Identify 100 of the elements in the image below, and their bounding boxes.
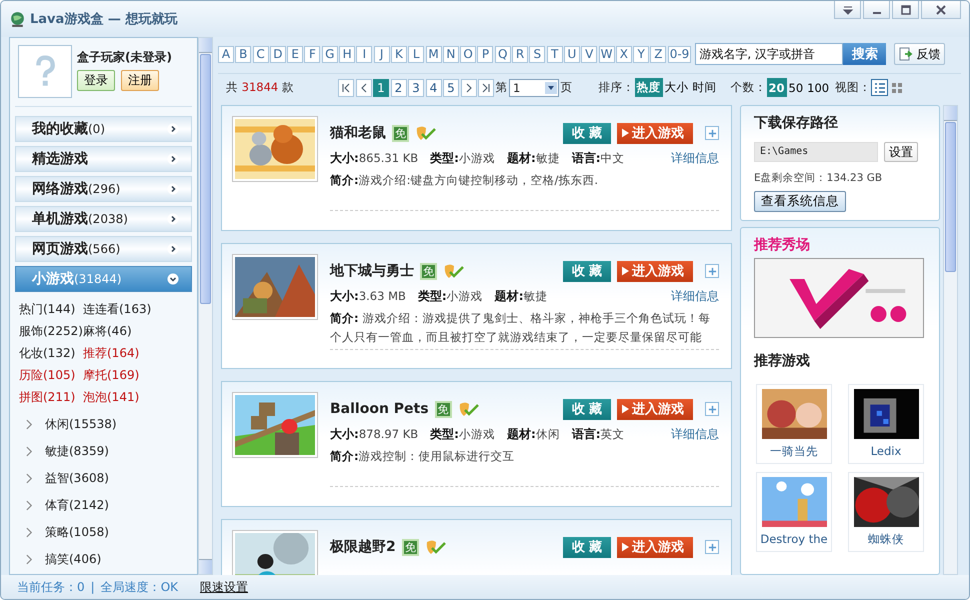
login-button[interactable]: 登录 — [77, 70, 115, 91]
page-button[interactable]: 5 — [443, 78, 459, 96]
letter-filter[interactable]: K — [390, 46, 407, 62]
category-item[interactable]: 搞笑(406) — [45, 550, 102, 568]
category-item[interactable]: 休闲(15538) — [45, 415, 117, 433]
letter-filter[interactable]: Y — [633, 46, 650, 62]
play-button[interactable]: 进入游戏 — [617, 536, 693, 558]
play-button[interactable]: 进入游戏 — [617, 398, 693, 420]
sort-option[interactable]: 时间 — [690, 78, 718, 97]
subcategory-link[interactable]: 化妆(132) — [19, 344, 83, 363]
game-title[interactable]: 地下城与勇士 — [330, 262, 414, 280]
letter-filter[interactable]: U — [564, 46, 580, 62]
menu-button[interactable] — [834, 1, 861, 19]
page-button[interactable]: 4 — [426, 78, 442, 96]
letter-filter[interactable]: H — [339, 46, 356, 62]
count-option[interactable]: 100 — [805, 78, 832, 97]
list-view-button[interactable] — [871, 79, 888, 96]
category-item[interactable]: 策略(1058) — [45, 523, 109, 541]
previous-page-button[interactable] — [356, 78, 372, 96]
category-tab[interactable]: 单机游戏(2038) — [15, 206, 192, 232]
letter-filter[interactable]: J — [374, 46, 390, 62]
set-button[interactable]: 设置 — [884, 142, 918, 162]
speed-limit-link[interactable]: 限速设置 — [200, 578, 248, 596]
letter-filter[interactable]: N — [442, 46, 459, 62]
letter-filter[interactable]: W — [598, 46, 615, 62]
category-tab[interactable]: 精选游戏 — [15, 146, 192, 172]
last-page-button[interactable] — [478, 78, 494, 96]
letter-filter[interactable]: Z — [650, 46, 666, 62]
category-item[interactable]: 敏捷(8359) — [45, 442, 109, 460]
letter-filter[interactable]: B — [235, 46, 252, 62]
letter-filter[interactable]: M — [426, 46, 442, 62]
play-button[interactable]: 进入游戏 — [617, 122, 693, 144]
close-button[interactable] — [921, 1, 961, 19]
game-tile[interactable]: 一骑当先 — [756, 384, 832, 464]
letter-filter[interactable]: L — [408, 46, 424, 62]
favorite-button[interactable]: 收藏 — [563, 398, 611, 420]
scrollbar[interactable] — [198, 37, 213, 575]
letter-filter[interactable]: S — [529, 46, 546, 62]
details-link[interactable]: 详细信息 — [671, 288, 719, 304]
path-field[interactable]: E:\Games — [754, 142, 878, 162]
subcategory-link[interactable]: 拼图(211) — [19, 388, 83, 407]
game-tile[interactable]: 蜘蛛侠 — [848, 472, 924, 552]
favorite-button[interactable]: 收藏 — [563, 122, 611, 144]
letter-filter[interactable]: O — [460, 46, 476, 62]
next-page-button[interactable] — [460, 78, 476, 96]
game-tile[interactable]: Ledix — [848, 384, 924, 464]
system-info-button[interactable]: 查看系统信息 — [754, 191, 846, 212]
count-option[interactable]: 20 — [766, 78, 787, 97]
favorite-button[interactable]: 收藏 — [563, 536, 611, 558]
expand-button[interactable] — [705, 402, 719, 416]
category-item[interactable]: 体育(2142) — [45, 496, 109, 514]
minimize-button[interactable] — [863, 1, 890, 19]
category-tab[interactable]: 我的收藏(0) — [15, 116, 192, 142]
maximize-button[interactable] — [892, 1, 919, 19]
letter-filter[interactable]: Q — [494, 46, 511, 62]
page-select[interactable]: 1 — [509, 78, 559, 96]
letter-filter[interactable]: P — [477, 46, 494, 62]
subcategory-link[interactable]: 摩托(169) — [83, 366, 192, 385]
letter-filter[interactable]: C — [252, 46, 269, 62]
letter-filter[interactable]: E — [287, 46, 304, 62]
expand-button[interactable] — [705, 126, 719, 140]
letter-filter[interactable]: R — [512, 46, 528, 62]
search-button[interactable]: 搜索 — [843, 43, 886, 65]
page-button[interactable]: 2 — [390, 78, 406, 96]
subcategory-link[interactable]: 麻将(46) — [83, 322, 192, 341]
subcategory-link[interactable]: 热门(144) — [19, 300, 83, 319]
subcategory-link[interactable]: 服饰(2252) — [19, 322, 83, 341]
subcategory-link[interactable]: 推荐(164) — [83, 344, 192, 363]
letter-filter[interactable]: G — [322, 46, 338, 62]
expand-button[interactable] — [705, 264, 719, 278]
category-tab[interactable]: 网页游戏(566) — [15, 236, 192, 262]
subcategory-link[interactable]: 连连看(163) — [83, 300, 192, 319]
letter-filter[interactable]: A — [218, 46, 234, 62]
sort-option[interactable]: 热度 — [634, 78, 662, 97]
game-title[interactable]: 极限越野2 — [330, 538, 396, 556]
subcategory-link[interactable]: 泡泡(141) — [83, 388, 192, 407]
category-item[interactable]: 益智(3608) — [45, 469, 109, 487]
letter-filter[interactable]: X — [616, 46, 632, 62]
page-button[interactable]: 3 — [408, 78, 424, 96]
favorite-button[interactable]: 收藏 — [563, 260, 611, 282]
game-title[interactable]: Balloon Pets — [330, 401, 429, 417]
details-link[interactable]: 详细信息 — [671, 426, 719, 442]
feedback-button[interactable]: 反馈 — [894, 43, 946, 65]
play-button[interactable]: 进入游戏 — [617, 260, 693, 282]
subcategory-link[interactable]: 历险(105) — [19, 366, 83, 385]
letter-filter[interactable]: 0-9 — [668, 46, 692, 62]
page-button[interactable]: 1 — [373, 78, 389, 96]
count-option[interactable]: 50 — [786, 78, 806, 97]
letter-filter[interactable]: F — [304, 46, 320, 62]
category-tab[interactable]: 网络游戏(296) — [15, 176, 192, 202]
game-tile[interactable]: Destroy the — [756, 472, 832, 552]
first-page-button[interactable] — [338, 78, 354, 96]
game-title[interactable]: 猫和老鼠 — [330, 124, 386, 142]
scrollbar[interactable] — [943, 105, 958, 575]
register-button[interactable]: 注册 — [121, 70, 159, 91]
letter-filter[interactable]: V — [581, 46, 598, 62]
letter-filter[interactable]: T — [546, 46, 563, 62]
letter-filter[interactable]: I — [356, 46, 372, 62]
details-link[interactable]: 详细信息 — [671, 150, 719, 166]
letter-filter[interactable]: D — [270, 46, 286, 62]
